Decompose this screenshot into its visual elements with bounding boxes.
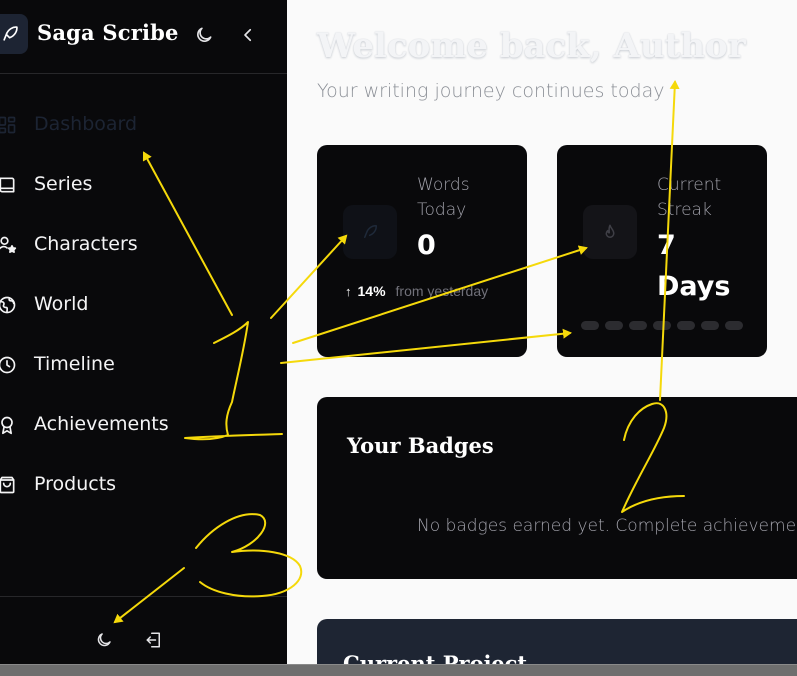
- sidebar-item-label: Characters: [34, 233, 138, 255]
- arrow-up-icon: ↑: [345, 283, 352, 299]
- page-title: Welcome back, Author: [317, 26, 746, 66]
- words-today-value: 0: [417, 230, 436, 261]
- current-streak-label: Current Streak: [657, 175, 722, 220]
- badges-card: Your Badges No badges earned yet. Comple…: [317, 397, 797, 579]
- page-subtitle: Your writing journey continues today: [317, 80, 665, 102]
- dashboard-grid-icon: [0, 114, 18, 136]
- globe-icon: [0, 294, 18, 316]
- sidebar-item-products[interactable]: Products: [0, 454, 287, 514]
- badges-empty-message: No badges earned yet. Complete achieveme…: [417, 516, 797, 536]
- app-name: Saga Scribe: [37, 20, 179, 45]
- sidebar-item-timeline[interactable]: Timeline: [0, 334, 287, 394]
- streak-day-dot: [629, 321, 647, 330]
- theme-toggle-button[interactable]: [191, 22, 217, 48]
- sidebar-item-label: Products: [34, 473, 117, 495]
- current-streak-card: Current Streak 7 Days: [557, 145, 767, 357]
- sidebar-item-achievements[interactable]: Achievements: [0, 394, 287, 454]
- sidebar-item-world[interactable]: World: [0, 274, 287, 334]
- sidebar-item-label: Timeline: [34, 353, 115, 375]
- shopping-bag-icon: [0, 474, 18, 496]
- flame-icon: [583, 205, 637, 259]
- sidebar-item-label: Series: [34, 173, 93, 195]
- book-icon: [0, 174, 18, 196]
- characters-icon: [0, 234, 18, 256]
- streak-day-dot: [581, 321, 599, 330]
- words-trend: ↑ 14% from yesterday: [345, 283, 488, 299]
- sidebar-item-label: Dashboard: [34, 113, 138, 135]
- chevron-left-icon: [244, 28, 252, 42]
- sidebar-item-dashboard[interactable]: Dashboard: [0, 94, 287, 154]
- streak-day-dot: [605, 321, 623, 330]
- sidebar-nav: Dashboard Series Characters World Timeli…: [0, 94, 287, 514]
- window-bottom-edge: [0, 664, 797, 676]
- quill-logo-icon: [0, 14, 28, 54]
- current-project-card: Current Project: [317, 619, 797, 664]
- current-streak-value: 7 Days: [657, 230, 731, 302]
- sidebar-item-label: Achievements: [34, 413, 169, 435]
- moon-icon: [197, 27, 212, 42]
- sidebar-item-label: World: [34, 293, 89, 315]
- streak-progress-dots: [581, 321, 743, 330]
- trend-caption: from yesterday: [395, 283, 489, 299]
- feather-icon: [343, 205, 397, 259]
- words-today-card: Words Today 0 ↑ 14% from yesterday: [317, 145, 527, 357]
- trend-percent: 14%: [357, 283, 386, 299]
- logout-button[interactable]: [141, 627, 167, 653]
- words-today-label: Words Today: [417, 175, 470, 220]
- moon-icon: [97, 633, 111, 647]
- streak-day-dot: [653, 321, 671, 330]
- streak-day-dot: [701, 321, 719, 330]
- collapse-sidebar-button[interactable]: [235, 22, 261, 48]
- streak-day-dot: [725, 321, 743, 330]
- clock-icon: [0, 354, 18, 376]
- streak-day-dot: [677, 321, 695, 330]
- award-icon: [0, 414, 18, 436]
- sidebar-header: Saga Scribe: [0, 0, 287, 74]
- sidebar-item-series[interactable]: Series: [0, 154, 287, 214]
- sidebar-item-characters[interactable]: Characters: [0, 214, 287, 274]
- logout-icon: [146, 632, 160, 648]
- footer-theme-toggle-button[interactable]: [91, 627, 117, 653]
- sidebar-footer: [0, 596, 287, 664]
- current-project-title: Current Project: [343, 651, 528, 664]
- main-content: Welcome back, Author Your writing journe…: [287, 0, 797, 664]
- badges-title: Your Badges: [347, 433, 494, 458]
- sidebar: Saga Scribe Dashboard Series Characters …: [0, 0, 287, 664]
